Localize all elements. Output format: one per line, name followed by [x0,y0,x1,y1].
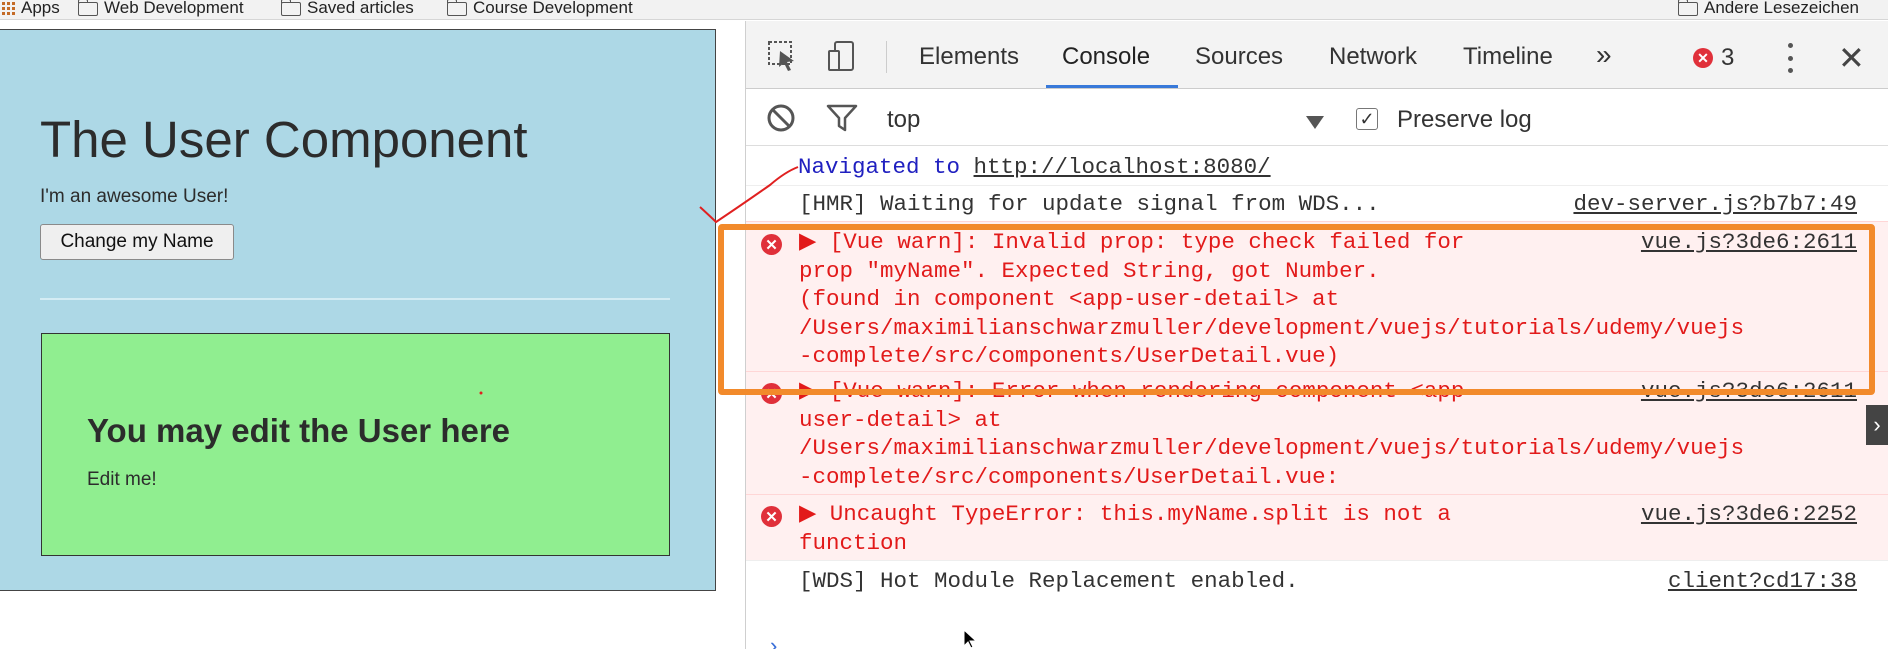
detail-title: You may edit the User here [87,412,511,449]
folder-icon [77,0,98,16]
tab-console[interactable]: Console [1062,43,1150,71]
active-tab-indicator [1046,85,1178,88]
navigated-url-link[interactable]: http://localhost:8080/ [974,154,1271,180]
close-icon[interactable]: ✕ [1838,39,1865,77]
console-output: Navigated to http://localhost:8080/ [HMR… [746,147,1888,649]
tab-elements[interactable]: Elements [919,43,1019,71]
highlight-box [718,224,1875,395]
console-message: [HMR] Waiting for update signal from WDS… [746,185,1888,221]
device-toolbar-icon[interactable] [826,39,860,78]
devtools-toolbar: Elements Console Sources Network Timelin… [746,21,1888,89]
folder-icon [446,0,467,16]
console-message: Navigated to http://localhost:8080/ [798,154,1271,180]
page-viewport: The User Component I'm an awesome User! … [0,21,745,649]
console-message: [WDS] Hot Module Replacement enabled. cl… [746,560,1888,600]
source-link[interactable]: vue.js?3de6:2252 [1641,500,1857,529]
change-name-button[interactable]: Change my Name [40,224,234,260]
tab-network[interactable]: Network [1329,43,1417,71]
detail-subtitle: Edit me! [87,469,157,490]
user-subtitle: I'm an awesome User! [40,186,229,207]
user-detail-component: You may edit the User here Edit me! [41,333,670,556]
console-prompt[interactable]: › [767,635,780,649]
bookmark-apps[interactable]: Apps [2,0,60,18]
more-options-icon[interactable] [1788,43,1794,73]
bookmark-course-development[interactable]: Course Development [446,0,633,18]
console-filter-bar: top ✓ Preserve log [746,90,1888,146]
inspect-element-icon[interactable] [766,39,800,78]
chevron-right-icon[interactable]: › [1866,405,1888,445]
source-link[interactable]: dev-server.js?b7b7:49 [1573,190,1857,219]
error-icon: ✕ [1693,48,1713,68]
bookmarks-bar: Apps Web Development Saved articles Cour… [0,0,1888,20]
preserve-log-label[interactable]: Preserve log [1397,106,1532,134]
chevron-down-icon[interactable] [1306,116,1324,129]
folder-icon [280,0,301,16]
apps-grid-icon [2,1,15,15]
error-count-badge[interactable]: ✕ 3 [1693,44,1734,72]
bookmark-other[interactable]: Andere Lesezeichen [1677,0,1859,18]
bookmark-saved-articles[interactable]: Saved articles [280,0,414,18]
mouse-cursor-icon [963,629,978,649]
folder-icon [1677,0,1698,16]
context-selector[interactable]: top [887,106,920,134]
clear-console-icon[interactable] [766,103,796,138]
user-component: The User Component I'm an awesome User! … [0,29,716,591]
toolbar-separator [886,41,887,73]
tab-sources[interactable]: Sources [1195,43,1283,71]
preserve-log-checkbox[interactable]: ✓ [1356,108,1378,130]
more-tabs-button[interactable]: » [1596,39,1612,71]
console-error: ✕ ▶ Uncaught TypeError: this.myName.spli… [746,494,1888,560]
error-icon: ✕ [761,506,782,527]
user-title: The User Component [40,111,528,168]
divider [40,298,670,300]
source-link[interactable]: client?cd17:38 [1668,567,1857,596]
bookmark-web-development[interactable]: Web Development [77,0,244,18]
filter-icon[interactable] [826,103,858,138]
tab-timeline[interactable]: Timeline [1463,43,1553,71]
